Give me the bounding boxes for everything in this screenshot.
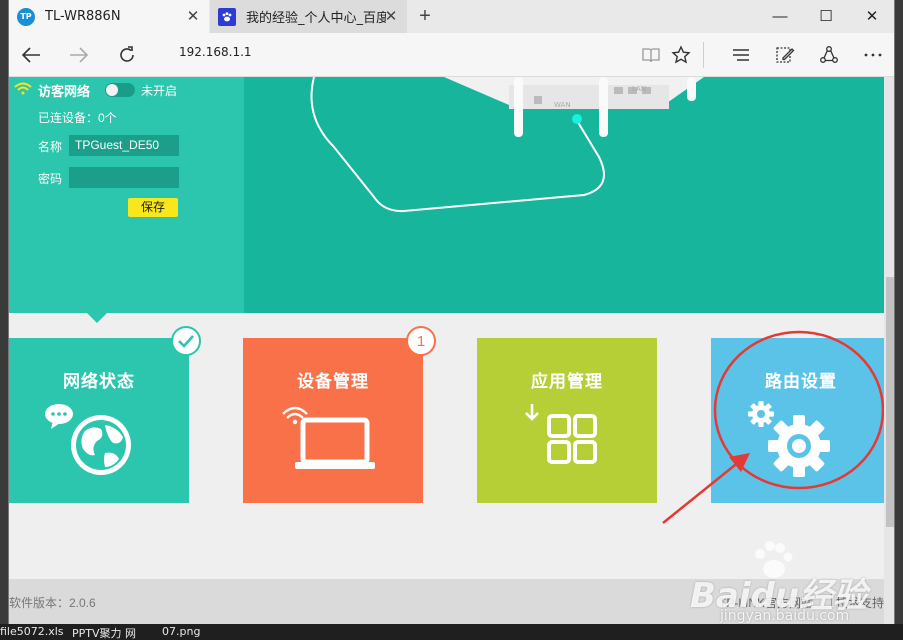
lan-port-label: LAN [632, 85, 646, 93]
hero-panel: WAN LAN 访客网络 未开启 已连设备：0个 名称 TPGuest_DE50… [9, 77, 884, 313]
guest-network-toggle[interactable] [105, 83, 135, 97]
tab-title: 我的经验_个人中心_百度经验 [246, 11, 386, 26]
tile-device-management[interactable]: 设备管理 [243, 338, 423, 503]
refresh-button[interactable] [111, 39, 143, 71]
router-illustration: WAN LAN [310, 77, 704, 213]
favicon-text: TP [20, 12, 32, 21]
hub-button[interactable] [725, 39, 757, 71]
refresh-icon [120, 46, 134, 62]
tile-title: 网络状态 [63, 372, 135, 391]
guest-network-status: 未开启 [141, 84, 178, 98]
check-badge-icon [171, 326, 201, 356]
name-label: 名称 [38, 140, 63, 154]
toolbar-separator [703, 42, 704, 68]
guest-network-title: 访客网络 [38, 84, 91, 99]
watermark-url: jingyan.baidu.com [720, 608, 850, 624]
guest-password-input[interactable] [69, 167, 179, 188]
back-arrow-icon [21, 47, 40, 63]
hub-lines-icon [733, 49, 749, 61]
save-button[interactable]: 保存 [128, 198, 178, 217]
minimize-button[interactable]: — [757, 0, 803, 33]
tab-baidu-jingyan[interactable]: 我的经验_个人中心_百度经验 ✕ [210, 0, 407, 33]
address-bar[interactable]: 192.168.1.1 [179, 45, 252, 59]
reading-view-button[interactable] [635, 39, 667, 71]
annotation-highlight [662, 330, 884, 524]
more-button[interactable] [857, 39, 889, 71]
tile-network-status[interactable]: 网络状态 [9, 338, 189, 503]
wifi-icon [14, 82, 32, 95]
connected-devices: 已连设备：0个 [38, 111, 117, 125]
paw-favicon-icon [218, 7, 236, 26]
laptop-wifi-icon [282, 406, 375, 469]
notification-count-badge: 1 [406, 326, 436, 356]
globe-chat-icon [45, 404, 131, 475]
guest-name-input[interactable]: TPGuest_DE50 [69, 135, 179, 156]
desktop-file[interactable]: PPTV聚力 网 [72, 625, 136, 640]
guest-network-panel: 访客网络 未开启 已连设备：0个 名称 TPGuest_DE50 密码 保存 [9, 77, 244, 313]
new-tab-button[interactable]: + [413, 4, 437, 28]
selected-pointer [87, 313, 107, 323]
apps-grid-icon [525, 404, 597, 464]
tab-router[interactable]: TP TL-WR886N ✕ [9, 0, 209, 33]
navigation-bar: 192.168.1.1 [9, 33, 894, 77]
star-icon [671, 45, 691, 64]
tplink-favicon-icon: TP [17, 7, 35, 26]
web-note-button[interactable] [769, 39, 801, 71]
desktop-file[interactable]: 07.png [162, 625, 200, 638]
pen-note-icon [776, 47, 795, 63]
firmware-version: 软件版本：2.0.6 [9, 596, 96, 610]
baidu-watermark: Baidu经验 jingyan.baidu.com [690, 540, 890, 624]
password-label: 密码 [38, 172, 63, 186]
browser-window: TP TL-WR886N ✕ 我的经验_个人中心_百度经验 ✕ + — ☐ ✕ … [8, 0, 895, 624]
tile-title: 应用管理 [531, 372, 603, 391]
back-button[interactable] [15, 39, 47, 71]
share-icon [820, 46, 838, 63]
ellipsis-icon [864, 53, 882, 57]
share-button[interactable] [813, 39, 845, 71]
book-icon [642, 48, 660, 63]
desktop-file-strip: file5072.xls PPTV聚力 网 07.png [0, 624, 903, 640]
badge-count: 1 [416, 332, 426, 350]
wan-port-label: WAN [554, 101, 571, 109]
tile-title: 设备管理 [297, 372, 369, 391]
maximize-button[interactable]: ☐ [803, 0, 849, 33]
close-tab-icon[interactable]: ✕ [185, 8, 201, 24]
desktop-file[interactable]: file5072.xls [0, 625, 64, 638]
tab-title: TL-WR886N [45, 9, 121, 24]
tile-app-management[interactable]: 应用管理 [477, 338, 657, 503]
close-window-button[interactable]: ✕ [849, 0, 894, 33]
close-tab-icon[interactable]: ✕ [383, 8, 399, 24]
scrollbar-thumb[interactable] [886, 277, 894, 527]
tab-bar: TP TL-WR886N ✕ 我的经验_个人中心_百度经验 ✕ + — ☐ ✕ [9, 0, 894, 33]
forward-arrow-icon [70, 47, 89, 63]
forward-button[interactable] [63, 39, 95, 71]
favorite-button[interactable] [665, 39, 697, 71]
